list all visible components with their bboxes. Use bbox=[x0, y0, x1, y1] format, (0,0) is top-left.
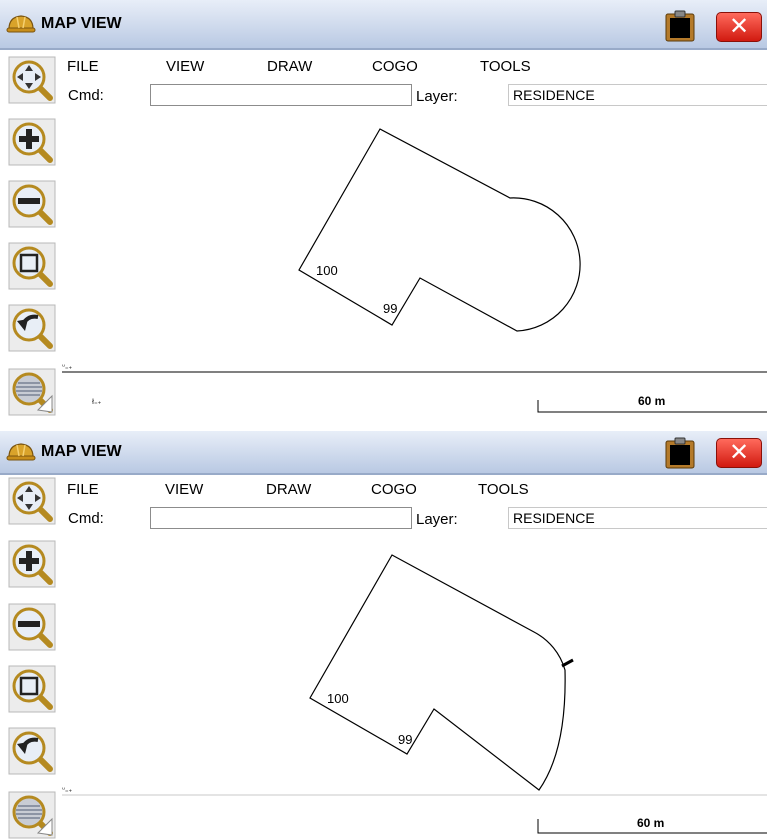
zoom-out-icon[interactable] bbox=[8, 603, 56, 651]
menu-file[interactable]: FILE bbox=[67, 481, 99, 498]
menu-tools[interactable]: TOOLS bbox=[478, 481, 529, 498]
clipboard-icon[interactable] bbox=[664, 10, 696, 42]
zoom-window-icon[interactable] bbox=[8, 242, 56, 290]
clipboard-icon[interactable] bbox=[664, 437, 696, 469]
map-canvas[interactable]: 100 99 ᵘ₌₊ ł₌₊ 60 m bbox=[62, 112, 767, 428]
menu-cogo[interactable]: COGO bbox=[371, 481, 417, 498]
zoom-window-icon[interactable] bbox=[8, 665, 56, 713]
hard-hat-icon bbox=[6, 443, 36, 461]
axis-marker-icon: ᵘ₌₊ bbox=[62, 363, 73, 371]
zoom-extents-icon[interactable] bbox=[8, 368, 56, 416]
title-bar: MAP VIEW ✕ bbox=[0, 431, 767, 475]
zoom-in-icon[interactable] bbox=[8, 118, 56, 166]
layer-label: Layer: bbox=[416, 88, 458, 105]
menu-tools[interactable]: TOOLS bbox=[480, 58, 531, 75]
map-view-screen-bottom: MAP VIEW ✕ FILE VIEW DRAW COGO TOOLS Cmd… bbox=[0, 431, 767, 839]
layer-label: Layer: bbox=[416, 511, 458, 528]
residence-outline bbox=[309, 554, 566, 791]
cursor-pointer-icon bbox=[561, 658, 574, 668]
cmd-label: Cmd: bbox=[68, 510, 104, 527]
window-title: MAP VIEW bbox=[41, 15, 122, 32]
cmd-input[interactable] bbox=[150, 84, 412, 106]
map-canvas[interactable]: 100 99 ᵘ₌₊ 60 m bbox=[62, 535, 767, 839]
point-label-99: 99 bbox=[383, 301, 397, 316]
menu-file[interactable]: FILE bbox=[67, 58, 99, 75]
window-title: MAP VIEW bbox=[41, 443, 122, 460]
point-label-100: 100 bbox=[316, 263, 338, 278]
axis-marker-icon: ᵘ₌₊ bbox=[62, 786, 73, 794]
layer-field[interactable]: RESIDENCE bbox=[508, 507, 767, 529]
cmd-label: Cmd: bbox=[68, 87, 104, 104]
menu-cogo[interactable]: COGO bbox=[372, 58, 418, 75]
zoom-extents-icon[interactable] bbox=[8, 791, 56, 839]
zoom-previous-icon[interactable] bbox=[8, 304, 56, 352]
point-label-100: 100 bbox=[327, 691, 349, 706]
hard-hat-icon bbox=[6, 15, 36, 33]
point-label-99: 99 bbox=[398, 732, 412, 747]
command-row: Cmd: Layer: RESIDENCE bbox=[62, 507, 767, 533]
zoom-previous-icon[interactable] bbox=[8, 727, 56, 775]
scale-label: 60 m bbox=[638, 394, 665, 408]
menu-view[interactable]: VIEW bbox=[165, 481, 203, 498]
menu-draw[interactable]: DRAW bbox=[267, 58, 312, 75]
residence-outline bbox=[298, 128, 581, 332]
map-view-screen-top: MAP VIEW ✕ FILE VIEW DRAW COGO TOOLS Cmd… bbox=[0, 0, 767, 428]
pan-icon[interactable] bbox=[8, 56, 56, 104]
menu-draw[interactable]: DRAW bbox=[266, 481, 311, 498]
title-bar: MAP VIEW ✕ bbox=[0, 0, 767, 50]
cursor-marker-icon: ł₌₊ bbox=[92, 398, 102, 406]
menu-view[interactable]: VIEW bbox=[166, 58, 204, 75]
zoom-out-icon[interactable] bbox=[8, 180, 56, 228]
zoom-in-icon[interactable] bbox=[8, 540, 56, 588]
pan-icon[interactable] bbox=[8, 477, 56, 525]
command-row: Cmd: Layer: RESIDENCE bbox=[62, 84, 767, 110]
cmd-input[interactable] bbox=[150, 507, 412, 529]
scale-label: 60 m bbox=[637, 816, 664, 830]
close-button[interactable]: ✕ bbox=[716, 438, 762, 468]
layer-field[interactable]: RESIDENCE bbox=[508, 84, 767, 106]
close-button[interactable]: ✕ bbox=[716, 12, 762, 42]
